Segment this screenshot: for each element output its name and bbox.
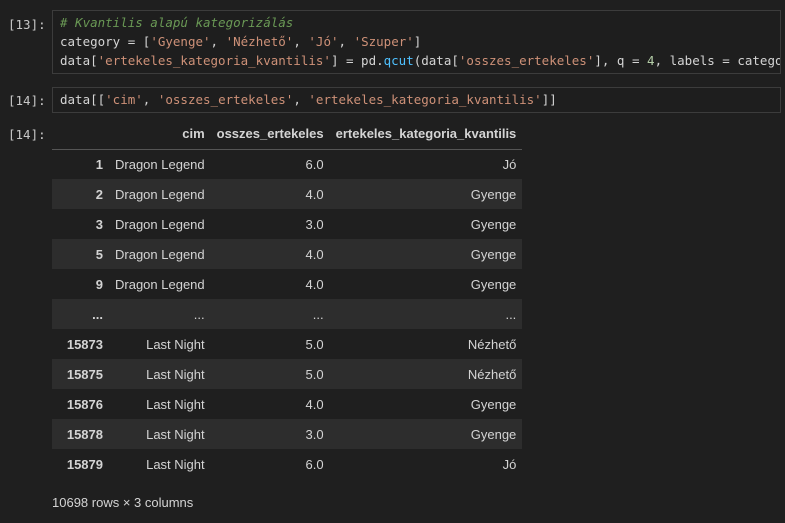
column-header-osszes-ertekeles: osszes_ertekeles (210, 119, 330, 150)
cell-osszes-ertekeles: 3.0 (305, 216, 324, 232)
row-index: 15879 (66, 456, 103, 472)
code-comment: # Kvantilis alapú kategorizálás (60, 15, 294, 30)
cell-osszes-ertekeles: 5.0 (305, 366, 324, 382)
cell-osszes-ertekeles: 3.0 (305, 426, 324, 442)
string-literal: 'Szuper' (353, 34, 414, 49)
cell-cim: Dragon Legend (115, 186, 205, 202)
row-index: ... (92, 306, 103, 322)
cell-cim: Dragon Legend (115, 276, 205, 292)
string-literal: 'osszes_ertekeles' (157, 92, 294, 107)
index-header (52, 119, 109, 150)
column-header-kategoria: ertekeles_kategoria_kvantilis (329, 119, 523, 150)
cell-cim: Dragon Legend (115, 216, 205, 232)
table-row: 1 Dragon Legend 6.0 Jó (52, 149, 522, 179)
row-index: 9 (95, 276, 103, 292)
cell-kategoria: Gyenge (470, 396, 517, 412)
string-literal: 'ertekeles_kategoria_kvantilis' (97, 53, 331, 68)
cell-cim: Last Night (146, 366, 205, 382)
table-header-row: cim osszes_ertekeles ertekeles_kategoria… (52, 119, 523, 150)
cell-osszes-ertekeles: 6.0 (305, 156, 324, 172)
cell-kategoria: Jó (502, 456, 517, 472)
table-row: 15876 Last Night 4.0 Gyenge (52, 389, 522, 419)
cell-cim: Last Night (146, 426, 205, 442)
table-row: 15878 Last Night 3.0 Gyenge (52, 419, 523, 449)
code-cell-14[interactable]: data[['cim', 'osszes_ertekeles', 'erteke… (52, 87, 781, 113)
string-literal: 'cim' (105, 92, 143, 107)
cell-cim: Last Night (146, 456, 205, 472)
column-header-cim: cim (109, 119, 211, 150)
cell-kategoria: Gyenge (470, 186, 517, 202)
cell-cim: Dragon Legend (115, 246, 205, 262)
cell-osszes-ertekeles: 5.0 (305, 336, 324, 352)
code-token: ]] (541, 92, 557, 107)
string-literal: 'osszes_ertekeles' (458, 53, 595, 68)
table-row: 9 Dragon Legend 4.0 Gyenge (52, 269, 522, 299)
cell-13-prompt: [13]: (8, 17, 46, 32)
cell-osszes-ertekeles: 6.0 (305, 456, 324, 472)
cell-kategoria: Gyenge (470, 426, 517, 442)
table-row: 5 Dragon Legend 4.0 Gyenge (52, 239, 523, 269)
cell-kategoria: Nézhető (467, 366, 517, 382)
function-name: qcut (383, 53, 414, 68)
table-row: 3 Dragon Legend 3.0 Gyenge (52, 209, 522, 239)
cell-kategoria: Jó (502, 156, 517, 172)
code-token: data[[ (60, 92, 106, 107)
cell-osszes-ertekeles: ... (312, 306, 324, 322)
cell-kategoria: Gyenge (470, 276, 517, 292)
row-index: 15878 (66, 426, 103, 442)
row-index: 15876 (66, 396, 103, 412)
cell-cim: Last Night (146, 396, 205, 412)
code-token: ], q = (594, 53, 648, 68)
code-token: , labels = category) (654, 53, 780, 68)
code-cell-13[interactable]: # Kvantilis alapú kategorizálás category… (52, 10, 781, 74)
table-row: 15873 Last Night 5.0 Nézhető (52, 329, 522, 359)
string-literal: 'Gyenge' (150, 34, 211, 49)
row-index: 1 (95, 156, 103, 172)
cell-kategoria: ... (505, 306, 517, 322)
number-literal: 4 (647, 53, 655, 68)
cell-osszes-ertekeles: 4.0 (305, 246, 324, 262)
output-14-prompt: [14]: (8, 127, 46, 142)
code-token: data[ (60, 53, 98, 68)
table-row: 15879 Last Night 6.0 Jó (52, 449, 522, 479)
dataframe-shape: 10698 rows × 3 columns (52, 495, 194, 510)
cell-osszes-ertekeles: 4.0 (305, 276, 324, 292)
dataframe-output: cim osszes_ertekeles ertekeles_kategoria… (52, 119, 523, 479)
string-literal: 'Jó' (308, 34, 339, 49)
row-index: 5 (95, 246, 103, 262)
code-line-category: category = [ (60, 34, 151, 49)
cell-cim: Last Night (146, 336, 205, 352)
table-row: 2 Dragon Legend 4.0 Gyenge (52, 179, 523, 209)
cell-14-prompt: [14]: (8, 93, 46, 108)
cell-kategoria: Gyenge (470, 246, 517, 262)
code-token: ] = pd. (330, 53, 384, 68)
row-index: 15875 (66, 366, 103, 382)
code-token: (data[ (413, 53, 459, 68)
table-row: 15875 Last Night 5.0 Nézhető (52, 359, 523, 389)
cell-cim: Dragon Legend (115, 156, 205, 172)
cell-kategoria: Nézhető (467, 336, 517, 352)
row-index: 15873 (66, 336, 103, 352)
cell-cim: ... (193, 306, 205, 322)
row-index: 2 (95, 186, 103, 202)
cell-kategoria: Gyenge (470, 216, 517, 232)
cell-osszes-ertekeles: 4.0 (305, 396, 324, 412)
cell-osszes-ertekeles: 4.0 (305, 186, 324, 202)
row-index: 3 (95, 216, 103, 232)
string-literal: 'Nézhető' (225, 34, 294, 49)
string-literal: 'ertekeles_kategoria_kvantilis' (308, 92, 542, 107)
table-row: ............ (52, 299, 523, 329)
